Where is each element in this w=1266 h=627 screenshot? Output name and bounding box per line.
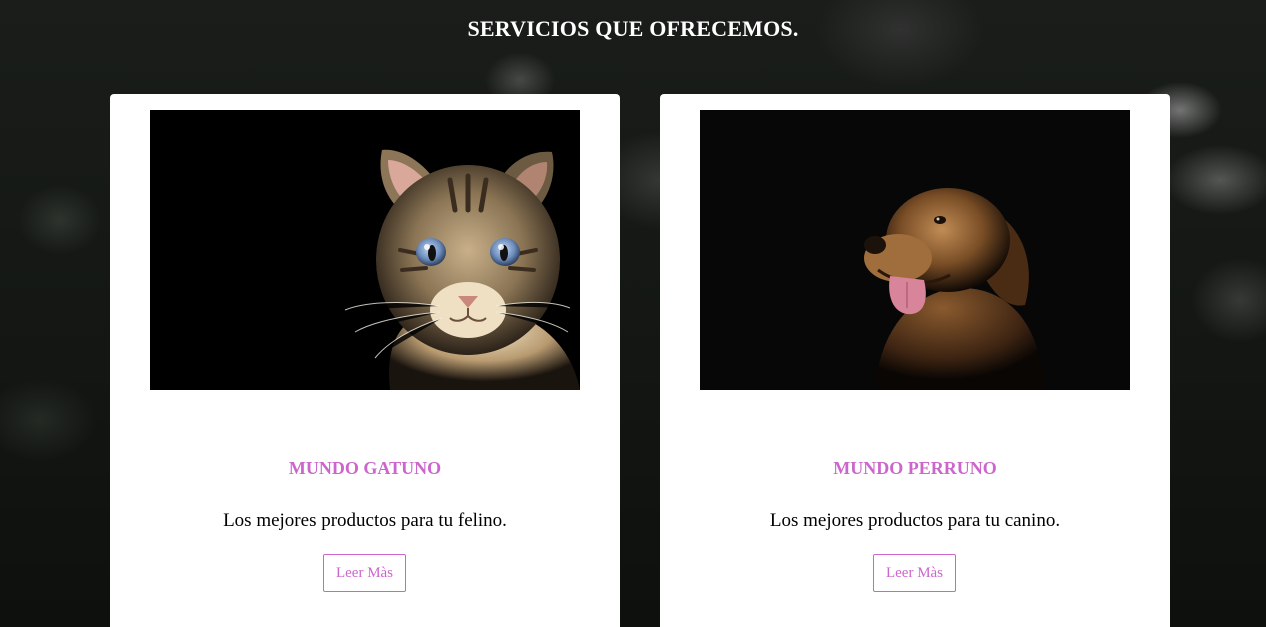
card-description: Los mejores productos para tu canino.: [769, 510, 1061, 531]
service-card-cats: MUNDO GATUNO Los mejores productos para …: [110, 94, 620, 627]
card-title: MUNDO PERRUNO: [833, 458, 997, 478]
card-title: MUNDO GATUNO: [288, 458, 442, 478]
read-more-button[interactable]: Leer Màs: [323, 554, 406, 592]
services-section: SERVICIOS QUE OFRECEMOS. MUNDO GATUNO Lo…: [0, 0, 1266, 627]
section-title: SERVICIOS QUE OFRECEMOS.: [467, 16, 799, 41]
read-more-button[interactable]: Leer Màs: [873, 554, 956, 592]
dog-photo-illustration: [700, 110, 1130, 390]
dog-image: [700, 110, 1130, 390]
cat-photo-illustration: [150, 110, 580, 390]
card-description: Los mejores productos para tu felino.: [223, 510, 507, 531]
service-card-dogs: MUNDO PERRUNO Los mejores productos para…: [660, 94, 1170, 627]
cat-image: [150, 110, 580, 390]
